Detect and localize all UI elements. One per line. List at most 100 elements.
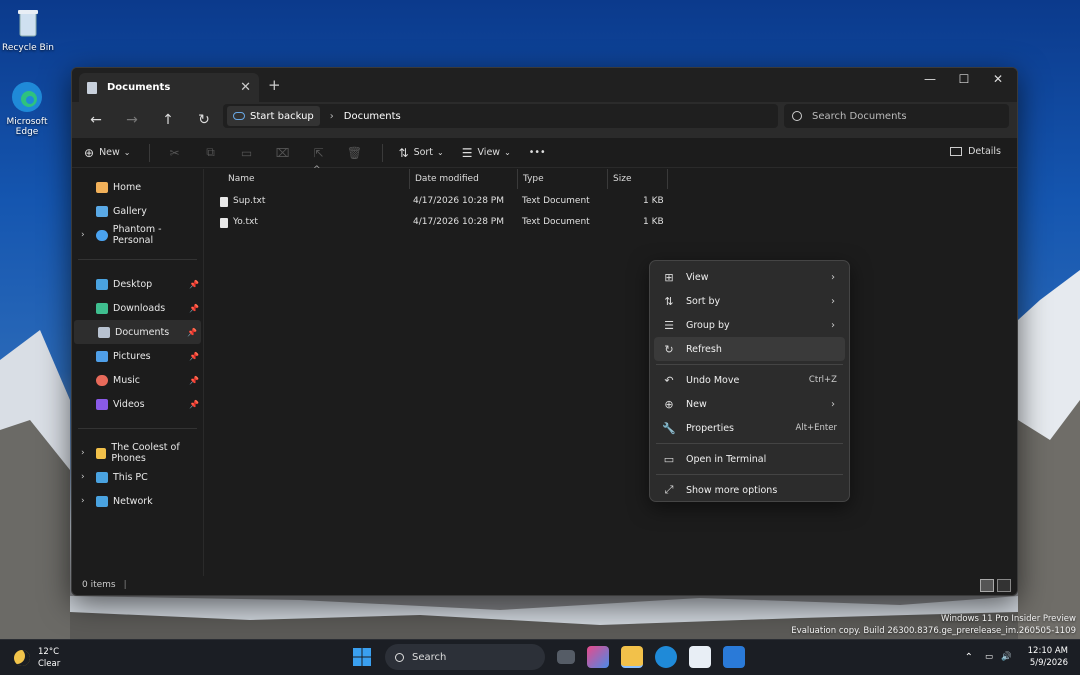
new-tab-button[interactable]: + <box>268 76 281 94</box>
file-list: Name ^ Date modified Type Size Sup.txt 4… <box>205 165 1017 576</box>
menu-item-label: Sort by <box>686 295 721 307</box>
document-icon <box>87 81 97 94</box>
new-label: New <box>99 147 120 158</box>
taskbar-search[interactable]: Search <box>385 644 545 670</box>
volume-icon[interactable]: 🔊 <box>1001 652 1012 662</box>
details-label: Details <box>968 146 1001 157</box>
refresh-icon[interactable]: ↻ <box>186 112 222 128</box>
minimize-button[interactable]: — <box>913 72 947 86</box>
divider <box>78 259 197 260</box>
store-icon[interactable] <box>689 646 711 668</box>
desktop-icon-recycle-bin[interactable]: Recycle Bin <box>0 6 58 53</box>
file-explorer-icon[interactable] <box>621 646 643 668</box>
chevron-right-icon[interactable]: › <box>81 448 85 458</box>
address-bar[interactable]: Start backup › Documents <box>223 104 778 128</box>
file-type: Text Document <box>522 196 590 206</box>
menu-item-properties[interactable]: 🔧 Properties Alt+Enter <box>654 416 845 440</box>
desktop-icon <box>96 278 108 290</box>
edge-icon[interactable] <box>655 646 677 668</box>
outlook-icon[interactable] <box>723 646 745 668</box>
sidebar-item-label: Music <box>113 374 141 386</box>
sidebar-item-home[interactable]: Home <box>72 175 203 199</box>
network-status-icon[interactable]: ▭ <box>985 652 993 662</box>
sidebar-item-this-pc[interactable]: › This PC <box>72 465 203 489</box>
menu-item-refresh[interactable]: ↻ Refresh <box>654 337 845 361</box>
table-row[interactable]: Sup.txt 4/17/2026 10:28 PM Text Document… <box>217 192 667 212</box>
menu-item-label: Show more options <box>686 484 778 496</box>
maximize-button[interactable]: ☐ <box>947 72 981 86</box>
breadcrumb-documents[interactable]: Documents <box>344 111 401 122</box>
chevron-right-icon[interactable]: › <box>81 472 85 482</box>
share-icon[interactable]: ⇱ <box>310 146 328 160</box>
desktop-icon-edge[interactable]: Microsoft Edge <box>0 80 57 137</box>
forward-arrow-icon[interactable]: → <box>114 112 150 128</box>
sort-button[interactable]: ⇅ Sort ⌄ <box>399 146 444 160</box>
view-button[interactable]: ☰ View ⌄ <box>462 146 511 160</box>
table-row[interactable]: Yo.txt 4/17/2026 10:28 PM Text Document … <box>217 213 667 233</box>
search-input[interactable]: Search Documents <box>784 104 1009 128</box>
sort-label: Sort <box>413 147 434 158</box>
menu-item-new[interactable]: ⊕ New › <box>654 392 845 416</box>
details-button[interactable]: Details <box>950 146 1001 157</box>
more-options-button[interactable]: ••• <box>529 147 546 158</box>
edge-icon <box>12 82 42 112</box>
cut-icon[interactable]: ✂ <box>166 146 184 160</box>
sidebar-item-videos[interactable]: Videos 📌 <box>72 392 203 416</box>
column-header-size[interactable]: Size <box>608 169 668 189</box>
windows-start-icon[interactable] <box>351 646 373 668</box>
close-tab-icon[interactable]: ✕ <box>240 80 251 95</box>
menu-item-group-by[interactable]: ☰ Group by › <box>654 313 845 337</box>
sidebar-item-documents[interactable]: Documents 📌 <box>74 320 201 344</box>
tiles-view-icon[interactable] <box>997 579 1011 592</box>
shortcut-label: Alt+Enter <box>795 423 837 433</box>
sidebar-item-desktop[interactable]: Desktop 📌 <box>72 272 203 296</box>
date: 5/9/2026 <box>1029 658 1068 668</box>
menu-item-label: Group by <box>686 319 730 331</box>
weather-widget[interactable]: 12°C Clear <box>14 646 60 670</box>
folder-icon <box>96 447 107 459</box>
sidebar-item-downloads[interactable]: Downloads 📌 <box>72 296 203 320</box>
task-view-icon[interactable] <box>557 650 575 664</box>
tab-documents[interactable]: Documents ✕ <box>79 73 259 102</box>
sidebar-item-pictures[interactable]: Pictures 📌 <box>72 344 203 368</box>
chevron-up-icon[interactable]: ⌃ <box>965 652 973 663</box>
chevron-right-icon[interactable]: › <box>81 496 85 506</box>
sidebar-item-gallery[interactable]: Gallery <box>72 199 203 223</box>
copy-icon[interactable]: ⧉ <box>202 145 220 160</box>
menu-item-open-terminal[interactable]: ▭ Open in Terminal <box>654 447 845 471</box>
clock[interactable]: 12:10 AM 5/9/2026 <box>1028 645 1068 669</box>
close-button[interactable]: ✕ <box>981 72 1015 86</box>
chevron-right-icon[interactable]: › <box>330 111 334 122</box>
paste-icon[interactable]: ▭ <box>238 146 256 160</box>
menu-item-view[interactable]: ⊞ View › <box>654 265 845 289</box>
menu-item-show-more[interactable]: ⤢ Show more options <box>654 478 845 502</box>
sidebar-item-label: Gallery <box>113 205 147 217</box>
home-icon <box>96 181 108 193</box>
up-arrow-icon[interactable]: ↑ <box>150 112 186 128</box>
menu-item-label: Undo Move <box>686 374 740 386</box>
text-file-icon <box>220 218 228 228</box>
sidebar-item-music[interactable]: Music 📌 <box>72 368 203 392</box>
copilot-icon[interactable] <box>587 646 609 668</box>
menu-item-undo-move[interactable]: ↶ Undo Move Ctrl+Z <box>654 368 845 392</box>
new-button[interactable]: ⊕ New ⌄ <box>84 146 131 160</box>
view-icon: ☰ <box>461 145 473 160</box>
rename-icon[interactable]: ⌧ <box>274 146 292 160</box>
moon-icon <box>14 650 30 666</box>
divider: | <box>123 580 127 590</box>
column-header-type[interactable]: Type <box>518 169 608 189</box>
file-size: 1 KB <box>643 217 664 227</box>
chevron-right-icon[interactable]: › <box>81 230 85 240</box>
sidebar-item-onedrive[interactable]: › Phantom - Personal <box>72 223 203 247</box>
sidebar-item-coolest-phones[interactable]: › The Coolest of Phones <box>72 441 203 465</box>
back-arrow-icon[interactable]: ← <box>78 112 114 128</box>
sidebar-item-network[interactable]: › Network <box>72 489 203 513</box>
start-backup-button[interactable]: Start backup <box>227 106 320 126</box>
details-view-icon[interactable] <box>980 579 994 592</box>
delete-icon[interactable]: 🗑 <box>346 146 364 160</box>
view-toggle <box>977 579 1011 592</box>
watermark-line: Windows 11 Pro Insider Preview <box>941 614 1076 624</box>
menu-item-sort-by[interactable]: ⇅ Sort by › <box>654 289 845 313</box>
expand-icon: ⤢ <box>664 483 674 496</box>
column-header-date-modified[interactable]: Date modified <box>410 169 518 189</box>
